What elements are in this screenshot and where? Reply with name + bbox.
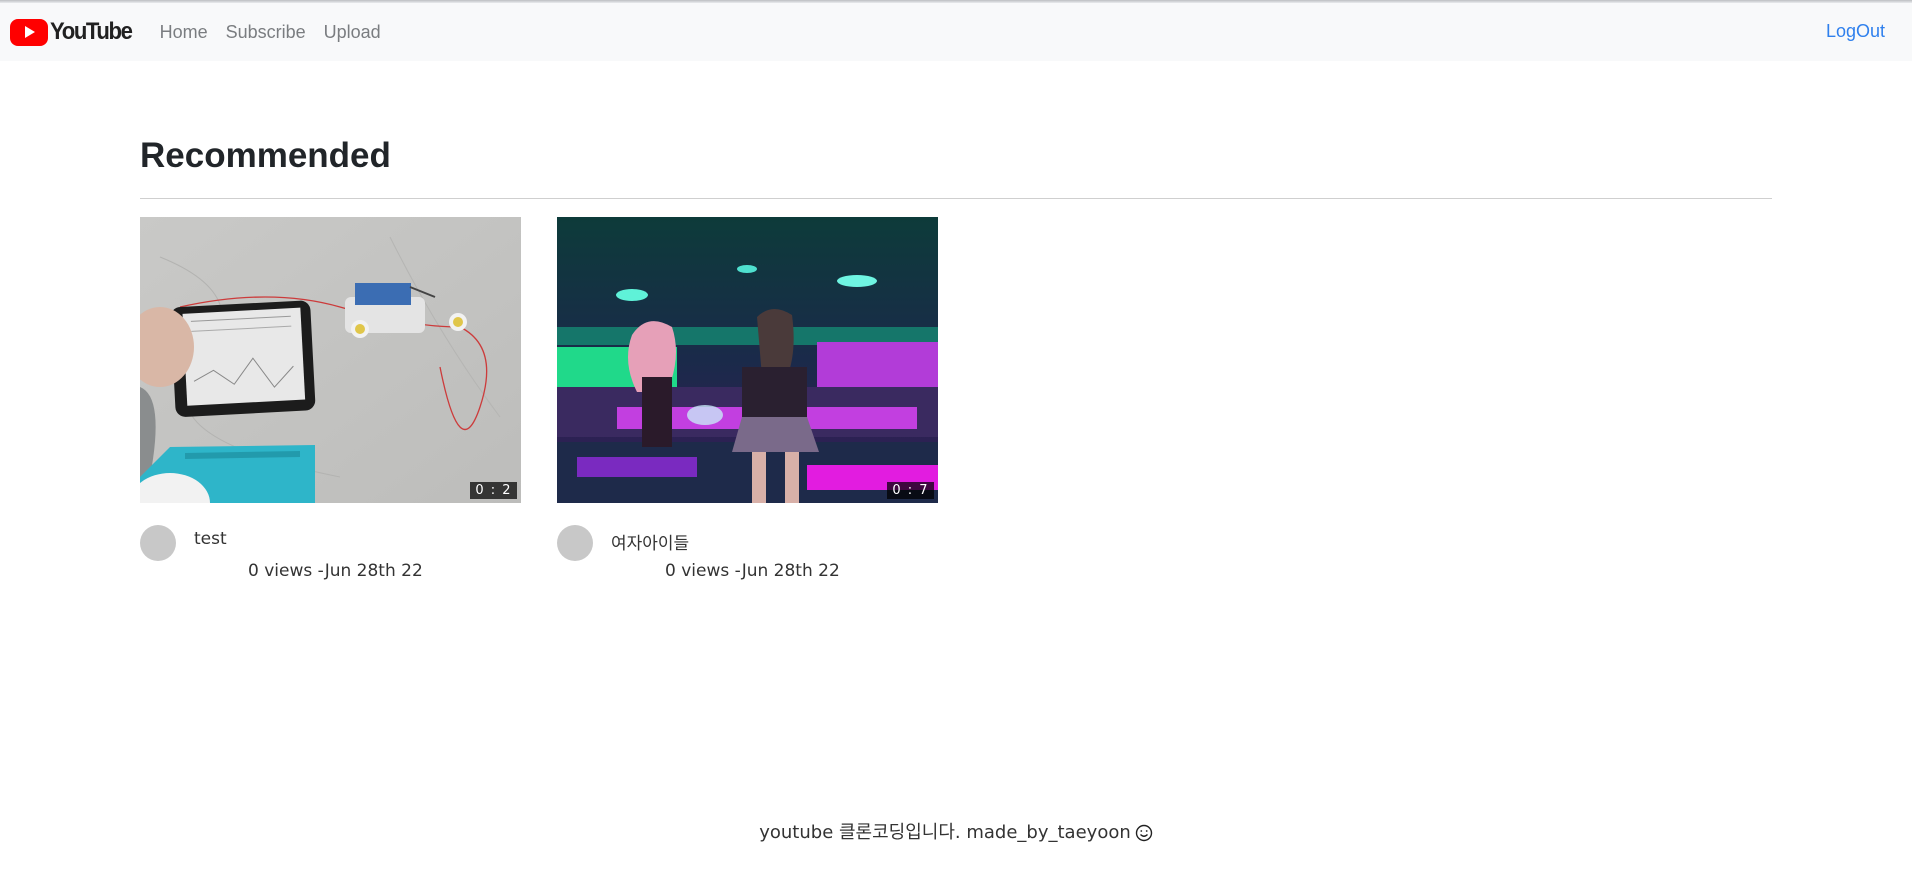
- smiley-icon: [1135, 824, 1153, 847]
- page-footer: youtube 클론코딩입니다. made_by_taeyoon: [0, 818, 1912, 847]
- video-meta: test 0 views -Jun 28th 22: [140, 525, 521, 585]
- thumbnail-image: [140, 217, 521, 503]
- video-card: 0 : 7 여자아이들 0 views -Jun 28th 22: [557, 217, 938, 585]
- logout-link[interactable]: LogOut: [1826, 21, 1885, 42]
- video-grid: 0 : 2 test 0 views -Jun 28th 22 0: 7 여자…: [140, 217, 1772, 617]
- video-duration: 0 : 2: [470, 482, 517, 499]
- video-thumbnail[interactable]: 0 : 7: [557, 217, 938, 503]
- video-card: 0 : 2 test 0 views -Jun 28th 22: [140, 217, 521, 585]
- main-content: Recommended 0: 2 test 0 views -Jun 28th…: [140, 61, 1772, 617]
- video-stats: 0 views -Jun 28th 22: [665, 561, 840, 581]
- video-title[interactable]: 여자아이들: [611, 529, 689, 554]
- title-divider: [140, 198, 1772, 199]
- avatar[interactable]: [557, 525, 593, 561]
- nav-home[interactable]: Home: [151, 22, 217, 43]
- video-title[interactable]: test: [194, 529, 227, 549]
- avatar[interactable]: [140, 525, 176, 561]
- thumbnail-image: [557, 217, 938, 503]
- nav-links: Home Subscribe Upload: [151, 22, 390, 43]
- page-title: Recommended: [140, 136, 391, 175]
- video-stats: 0 views -Jun 28th 22: [248, 561, 423, 581]
- footer-text: youtube 클론코딩입니다. made_by_taeyoon: [759, 822, 1131, 843]
- nav-upload[interactable]: Upload: [315, 22, 390, 43]
- logo-text: YouTube: [50, 18, 133, 45]
- video-duration: 0 : 7: [887, 482, 934, 499]
- youtube-play-icon: [10, 18, 48, 46]
- nav-subscribe[interactable]: Subscribe: [217, 22, 315, 43]
- youtube-logo[interactable]: YouTube: [10, 18, 139, 46]
- video-thumbnail[interactable]: 0 : 2: [140, 217, 521, 503]
- video-meta: 여자아이들 0 views -Jun 28th 22: [557, 525, 938, 585]
- top-navbar: YouTube Home Subscribe Upload LogOut: [0, 3, 1912, 61]
